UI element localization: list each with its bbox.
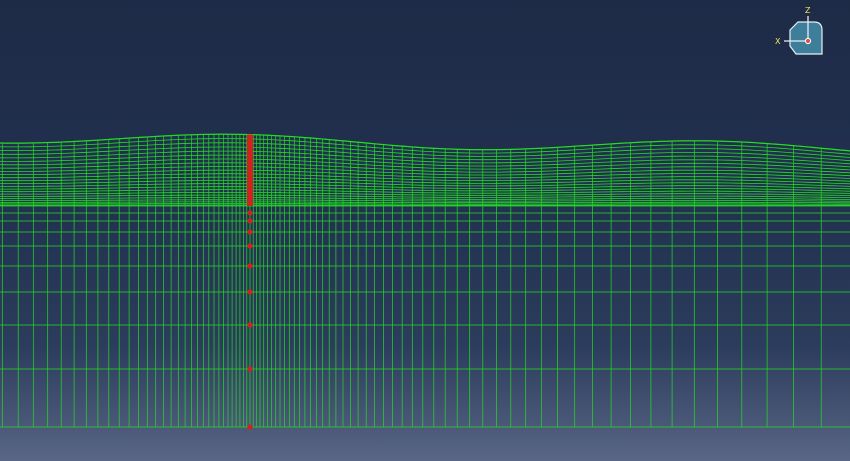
mesh-horizontal-line [0, 201, 850, 204]
selected-node-marker [247, 229, 253, 235]
selected-node-marker [247, 218, 253, 224]
selected-node-marker [247, 289, 253, 295]
mesh-vertical-lines [1, 134, 822, 427]
mesh-horizontal-line [0, 197, 850, 200]
selected-node-marker [247, 424, 253, 430]
triad-cube-face [789, 21, 823, 55]
selected-node-marker [247, 210, 253, 216]
mesh-horizontal-line [0, 194, 850, 198]
model-viewport[interactable]: Z X [0, 0, 850, 461]
mesh-horizontal-lines [0, 133, 850, 428]
selected-node-marker [247, 263, 253, 269]
finite-element-mesh[interactable] [0, 0, 850, 461]
selected-node-marker [247, 322, 253, 328]
selected-node-column [247, 134, 253, 206]
mesh-horizontal-line [0, 199, 850, 202]
mesh-horizontal-line [0, 203, 850, 205]
z-axis-label: Z [805, 6, 811, 15]
selected-node-marker [247, 366, 253, 372]
x-axis-label: X [775, 37, 781, 46]
selected-node-marker [247, 243, 253, 249]
triad-origin-dot [804, 37, 812, 45]
view-orientation-triad-icon[interactable]: Z X [772, 4, 830, 62]
